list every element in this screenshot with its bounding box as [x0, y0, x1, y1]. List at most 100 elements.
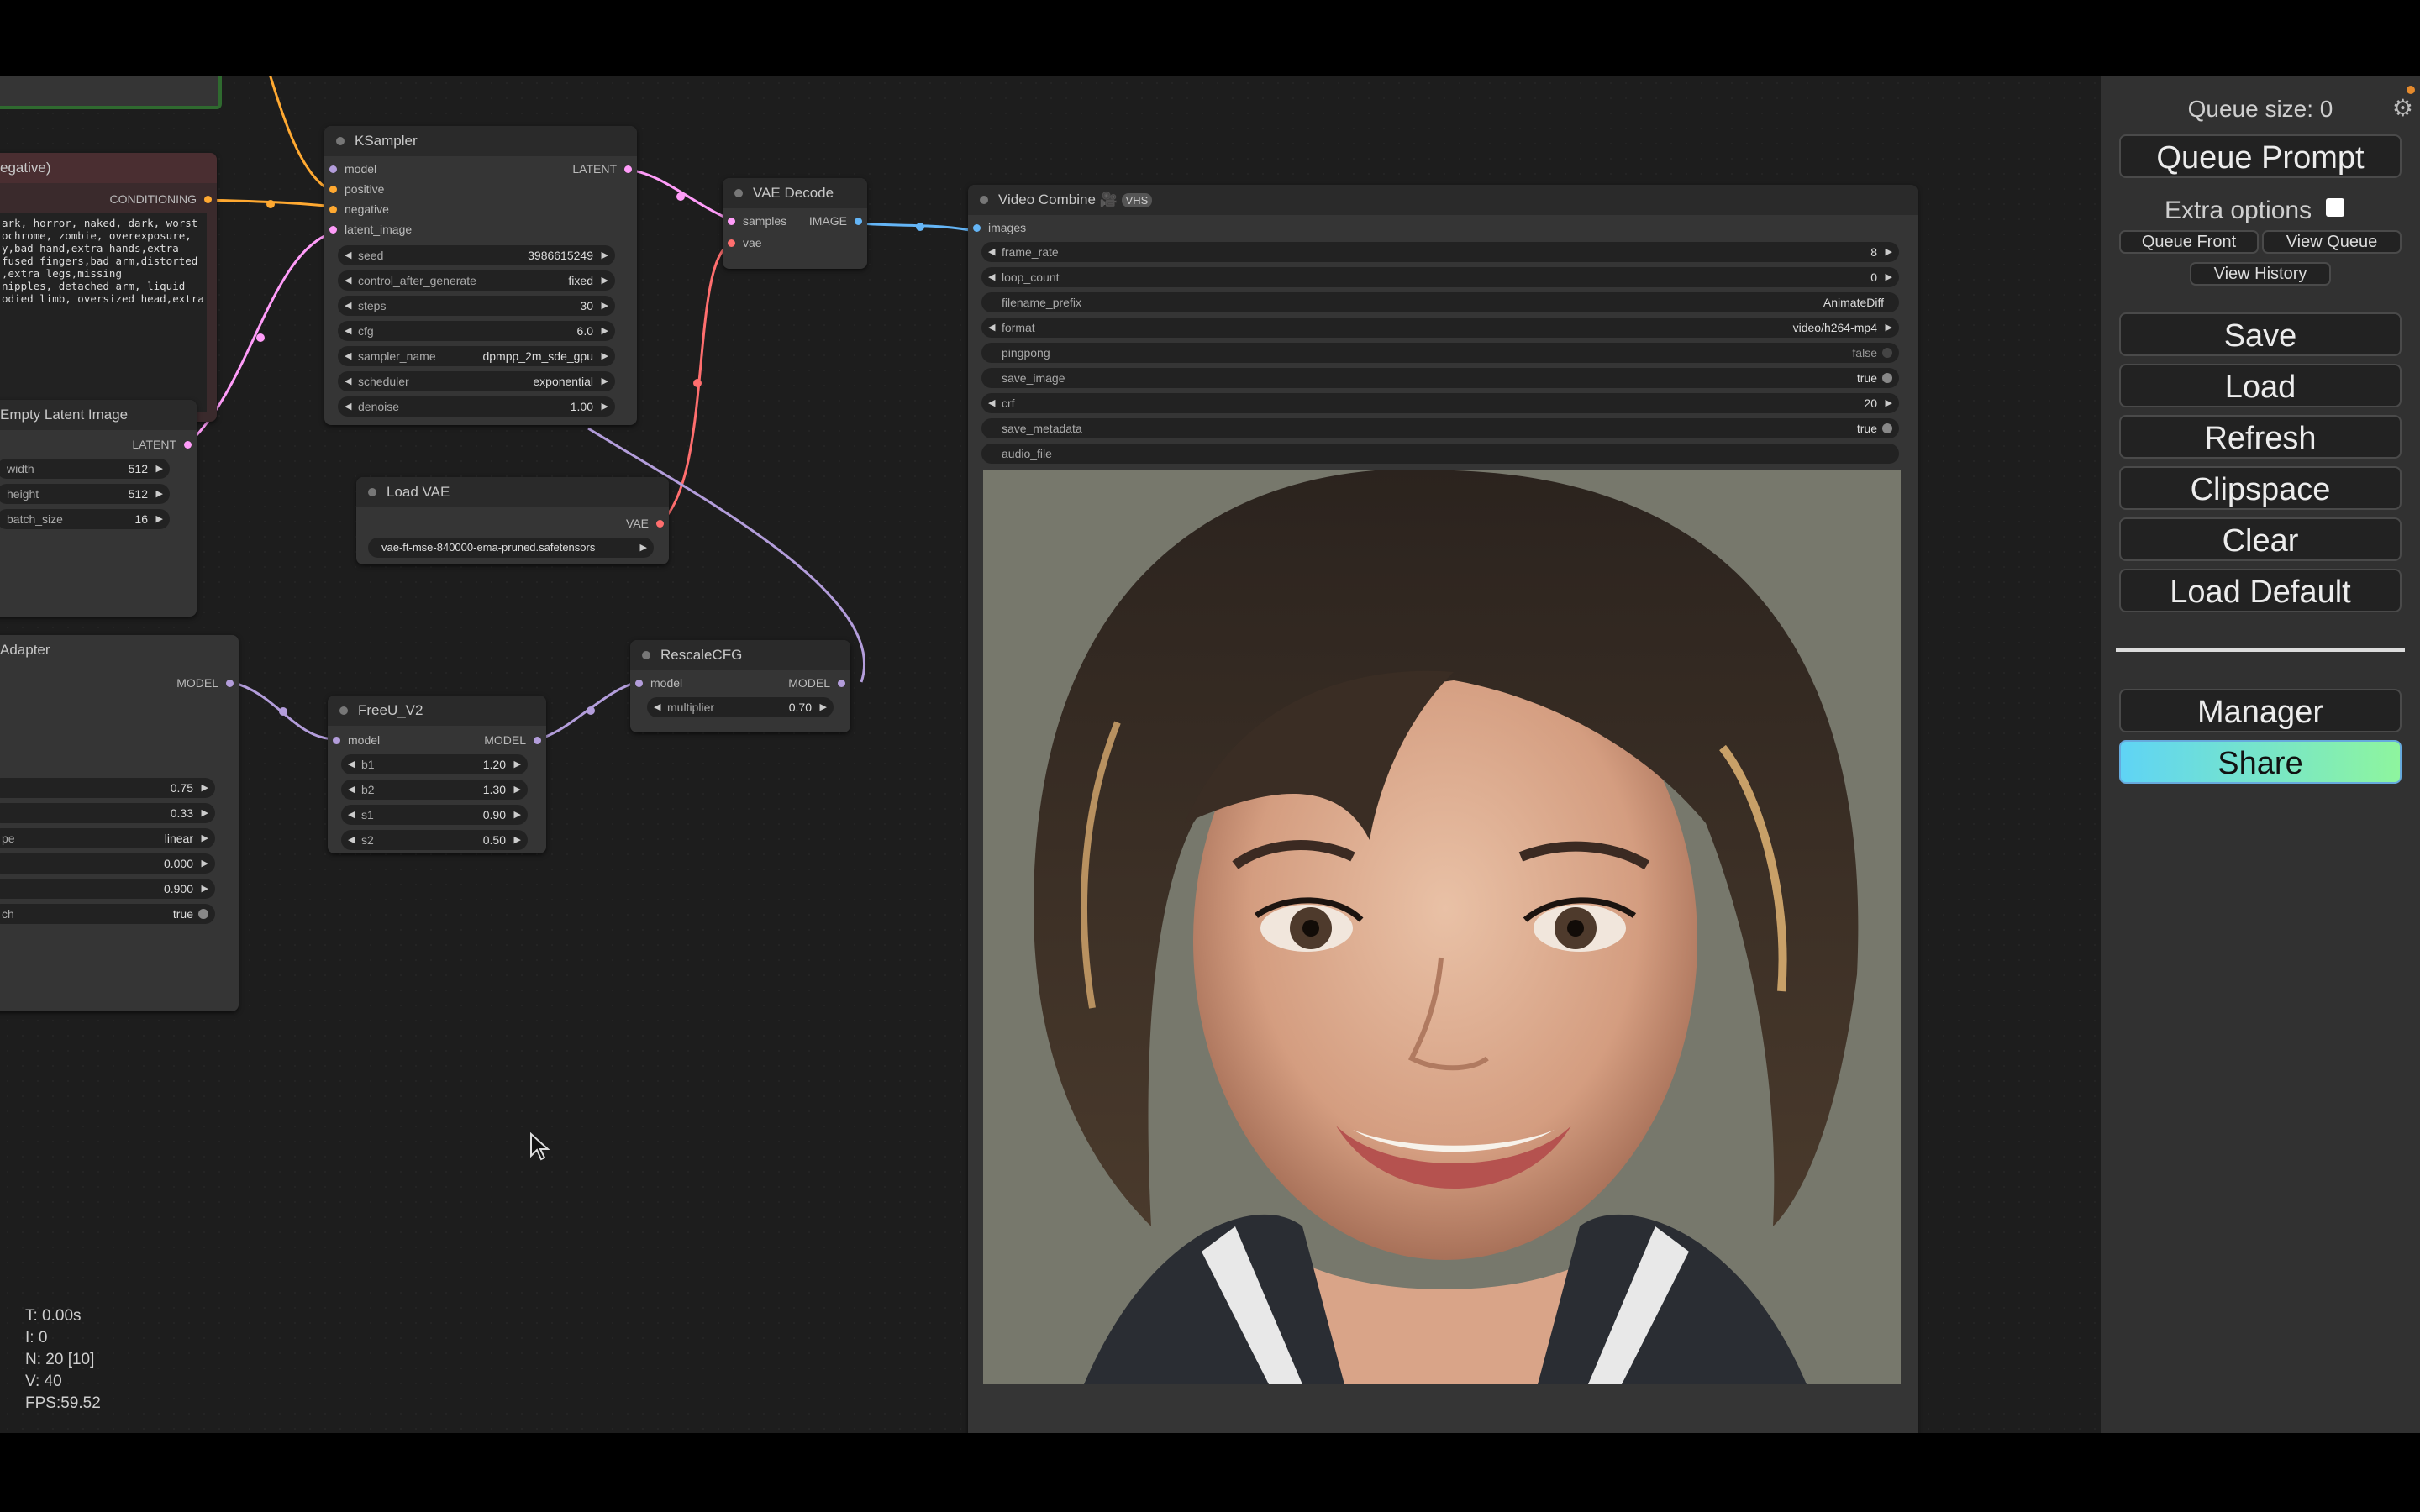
adapter-widget[interactable]: 0.33 ▶ — [0, 803, 215, 823]
widget-multiplier[interactable]: ◀ multiplier 0.70 ▶ — [647, 697, 834, 717]
widget-crf[interactable]: ◀ crf 20 ▶ — [981, 393, 1899, 413]
widget-control-after-generate[interactable]: ◀ control_after_generate fixed ▶ — [338, 270, 615, 291]
input-slot-vae[interactable] — [728, 239, 735, 247]
widget-save-metadata[interactable]: save_metadata true — [981, 418, 1899, 438]
widget-batch-size[interactable]: batch_size 16 ▶ — [0, 509, 170, 529]
widget-steps[interactable]: ◀ steps 30 ▶ — [338, 296, 615, 316]
decrement-icon[interactable]: ◀ — [348, 830, 355, 850]
increment-icon[interactable]: ▶ — [602, 296, 608, 316]
prompt-textarea[interactable]: ark, horror, naked, dark, worst ochrome,… — [0, 213, 207, 412]
increment-icon[interactable]: ▶ — [640, 538, 647, 558]
toggle-on-icon[interactable] — [1882, 373, 1892, 383]
decrement-icon[interactable]: ◀ — [348, 780, 355, 800]
widget-vae-name[interactable]: vae-ft-mse-840000-ema-pruned.safetensors… — [368, 538, 654, 558]
negative-prompt-node[interactable]: egative) CONDITIONING ark, horror, naked… — [0, 153, 217, 422]
increment-icon[interactable]: ▶ — [156, 509, 163, 529]
extra-options-checkbox[interactable] — [2326, 198, 2344, 217]
widget-b2[interactable]: ◀ b2 1.30 ▶ — [341, 780, 528, 800]
video-preview[interactable] — [983, 470, 1901, 1384]
increment-icon[interactable]: ▶ — [602, 346, 608, 366]
load-button[interactable]: Load — [2119, 364, 2402, 407]
decrement-icon[interactable]: ◀ — [345, 245, 351, 265]
widget-loop-count[interactable]: ◀ loop_count 0 ▶ — [981, 267, 1899, 287]
queue-prompt-button[interactable]: Queue Prompt — [2119, 134, 2402, 178]
widget-s2[interactable]: ◀ s2 0.50 ▶ — [341, 830, 528, 850]
view-history-button[interactable]: View History — [2190, 262, 2331, 286]
increment-icon[interactable]: ▶ — [1886, 393, 1892, 413]
view-queue-button[interactable]: View Queue — [2262, 230, 2402, 254]
decrement-icon[interactable]: ◀ — [654, 697, 660, 717]
video-combine-node[interactable]: Video Combine 🎥 VHS images ◀ frame_rate 8 ▶… — [968, 185, 1918, 1433]
decrement-icon[interactable]: ◀ — [988, 267, 995, 287]
node-canvas[interactable]: egative) CONDITIONING ark, horror, naked… — [0, 76, 2420, 1433]
increment-icon[interactable]: ▶ — [514, 805, 521, 825]
increment-icon[interactable]: ▶ — [514, 830, 521, 850]
decrement-icon[interactable]: ◀ — [345, 321, 351, 341]
increment-icon[interactable]: ▶ — [1886, 318, 1892, 338]
collapse-dot[interactable] — [980, 196, 988, 204]
input-slot-negative[interactable] — [329, 206, 337, 213]
collapse-dot[interactable] — [339, 706, 348, 715]
output-slot-vae[interactable] — [656, 520, 664, 528]
decrement-icon[interactable]: ◀ — [345, 296, 351, 316]
widget-filename-prefix[interactable]: filename_prefix AnimateDiff — [981, 292, 1899, 312]
refresh-button[interactable]: Refresh — [2119, 415, 2402, 459]
decrement-icon[interactable]: ◀ — [988, 242, 995, 262]
input-slot-positive[interactable] — [329, 186, 337, 193]
freeu-v2-node[interactable]: FreeU_V2 model MODEL ◀ b1 1.20 ▶ ◀ b2 1.30 ▶ ◀… — [328, 696, 546, 853]
toggle-on-icon[interactable] — [1882, 423, 1892, 433]
empty-latent-image-node[interactable]: Empty Latent Image LATENT width 512 ▶ heig… — [0, 400, 197, 617]
widget-height[interactable]: height 512 ▶ — [0, 484, 170, 504]
increment-icon[interactable]: ▶ — [602, 245, 608, 265]
output-slot-image[interactable] — [855, 218, 862, 225]
toggle-off-icon[interactable] — [1882, 348, 1892, 358]
collapse-dot[interactable] — [368, 488, 376, 496]
input-slot-model[interactable] — [635, 680, 643, 687]
vae-decode-node[interactable]: VAE Decode samples vae IMAGE — [723, 178, 867, 269]
settings-gear-icon[interactable]: ⚙ — [2392, 94, 2413, 122]
output-slot-latent[interactable] — [184, 441, 192, 449]
widget-s1[interactable]: ◀ s1 0.90 ▶ — [341, 805, 528, 825]
increment-icon[interactable]: ▶ — [514, 780, 521, 800]
queue-front-button[interactable]: Queue Front — [2119, 230, 2259, 254]
increment-icon[interactable]: ▶ — [202, 778, 208, 798]
increment-icon[interactable]: ▶ — [602, 396, 608, 417]
increment-icon[interactable]: ▶ — [1886, 267, 1892, 287]
decrement-icon[interactable]: ◀ — [345, 270, 351, 291]
widget-format[interactable]: ◀ format video/h264-mp4 ▶ — [981, 318, 1899, 338]
toggle-on-icon[interactable] — [198, 909, 208, 919]
increment-icon[interactable]: ▶ — [202, 803, 208, 823]
increment-icon[interactable]: ▶ — [202, 853, 208, 874]
increment-icon[interactable]: ▶ — [202, 879, 208, 899]
collapse-dot[interactable] — [642, 651, 650, 659]
widget-frame-rate[interactable]: ◀ frame_rate 8 ▶ — [981, 242, 1899, 262]
adapter-toggle[interactable]: ch true — [0, 904, 215, 924]
save-button[interactable]: Save — [2119, 312, 2402, 356]
output-slot-model[interactable] — [226, 680, 234, 687]
load-vae-node[interactable]: Load VAE VAE vae-ft-mse-840000-ema-prune… — [356, 477, 669, 564]
widget-save-image[interactable]: save_image true — [981, 368, 1899, 388]
manager-button[interactable]: Manager — [2119, 689, 2402, 732]
load-default-button[interactable]: Load Default — [2119, 569, 2402, 612]
adapter-node[interactable]: Adapter MODEL 0.75 ▶ 0.33 ▶ pe linear ▶ 0.00… — [0, 635, 239, 1011]
decrement-icon[interactable]: ◀ — [345, 371, 351, 391]
decrement-icon[interactable]: ◀ — [348, 805, 355, 825]
share-button[interactable]: Share — [2119, 740, 2402, 784]
decrement-icon[interactable]: ◀ — [348, 754, 355, 774]
decrement-icon[interactable]: ◀ — [988, 393, 995, 413]
widget-audio-file[interactable]: audio_file — [981, 444, 1899, 464]
increment-icon[interactable]: ▶ — [156, 459, 163, 479]
increment-icon[interactable]: ▶ — [1886, 242, 1892, 262]
output-slot-latent[interactable] — [624, 165, 632, 173]
widget-width[interactable]: width 512 ▶ — [0, 459, 170, 479]
rescale-cfg-node[interactable]: RescaleCFG model MODEL ◀ multiplier 0.70 ▶ — [630, 640, 850, 732]
adapter-widget[interactable]: 0.75 ▶ — [0, 778, 215, 798]
widget-pingpong[interactable]: pingpong false — [981, 343, 1899, 363]
decrement-icon[interactable]: ◀ — [345, 396, 351, 417]
widget-scheduler[interactable]: ◀ scheduler exponential ▶ — [338, 371, 615, 391]
input-slot-images[interactable] — [973, 224, 981, 232]
increment-icon[interactable]: ▶ — [156, 484, 163, 504]
increment-icon[interactable]: ▶ — [514, 754, 521, 774]
widget-b1[interactable]: ◀ b1 1.20 ▶ — [341, 754, 528, 774]
increment-icon[interactable]: ▶ — [820, 697, 827, 717]
